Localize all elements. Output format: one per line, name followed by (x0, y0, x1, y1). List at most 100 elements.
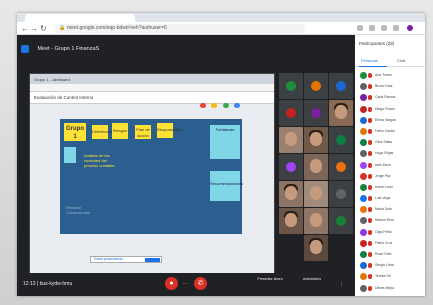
participants-header: Participantes (28) (359, 41, 395, 46)
video-person (310, 240, 322, 254)
tab-people[interactable]: Personas (361, 58, 378, 63)
avatar (336, 189, 346, 199)
cyan-note[interactable]: Fortalezas (210, 125, 240, 159)
cyan-note[interactable]: Recomendaciones (210, 171, 243, 201)
present-button[interactable]: Presentar ahora (257, 277, 283, 282)
more-options-icon[interactable]: ⋮ (339, 281, 344, 287)
sticky-note[interactable]: Plan de acción (135, 125, 151, 139)
avatar (360, 262, 367, 270)
participant-name: Fabio Castro (375, 128, 396, 133)
sticky-note[interactable]: Riesgos (112, 123, 128, 139)
participant-tile[interactable] (329, 154, 353, 180)
participant-row[interactable]: Hugo Rojas (355, 149, 425, 160)
video-person (285, 213, 297, 227)
participant-tile[interactable] (279, 100, 303, 126)
participant-name: Olga Peña (375, 229, 392, 234)
participant-name: Diego Flores (375, 106, 395, 111)
browser-tab[interactable] (25, 14, 135, 22)
avatar (360, 127, 367, 135)
color-icon[interactable] (222, 103, 229, 108)
tab-chat[interactable]: Chat (397, 58, 405, 63)
participant-tile[interactable] (304, 100, 328, 126)
sticky-note[interactable]: Responsables (157, 123, 182, 138)
participant-tile[interactable] (304, 73, 328, 99)
participant-row[interactable]: Luis Vega (355, 194, 425, 205)
participant-tile[interactable] (329, 208, 353, 234)
stop-sharing-button[interactable] (145, 258, 160, 262)
mic-off-icon (368, 73, 372, 78)
participant-row[interactable]: Inés Mora (355, 161, 425, 172)
participant-tile[interactable] (329, 127, 353, 153)
color-icon[interactable] (200, 103, 206, 108)
sticky-note-group[interactable]: Grupo 1 (64, 123, 86, 141)
participant-row[interactable]: Ana Torres (355, 71, 425, 82)
participant-row[interactable]: Nelson Ríos (355, 216, 425, 227)
color-icon[interactable] (234, 103, 241, 108)
participant-video[interactable] (304, 154, 328, 180)
avatar (360, 105, 367, 113)
video-person (285, 132, 297, 146)
reload-icon[interactable]: ↻ (40, 24, 47, 33)
participant-row[interactable]: María Soto (355, 205, 425, 216)
extension-icon[interactable] (369, 25, 375, 31)
url-field[interactable]: 🔒 meet.google.com/eqp-bdwd-heh?authuser=… (55, 24, 305, 33)
participant-row[interactable]: Diego Flores (355, 105, 425, 116)
url-text: meet.google.com/eqp-bdwd-heh?authuser=0 (67, 25, 167, 31)
mic-off-icon (368, 240, 372, 246)
participant-tile[interactable] (279, 73, 303, 99)
participant-name: Carla Ramos (375, 95, 396, 100)
participant-row[interactable]: Olga Peña (355, 228, 425, 239)
forward-icon[interactable]: → (30, 24, 38, 33)
participant-video[interactable] (279, 181, 303, 207)
mic-off-icon (368, 151, 372, 157)
participant-row[interactable]: Rosa Ortiz (355, 250, 425, 261)
participant-tile[interactable] (279, 154, 303, 180)
jamboard-canvas[interactable]: Grupo 1 Deficiencias Riesgos Plan de acc… (60, 119, 243, 234)
avatar (360, 161, 367, 169)
participant-row[interactable]: Pablo Cruz (355, 239, 425, 250)
participant-row[interactable]: Teresa Gil (355, 272, 425, 283)
participant-row[interactable]: Karen León (355, 183, 425, 194)
participant-video[interactable] (304, 127, 328, 153)
extension-icon[interactable] (381, 25, 387, 31)
participant-row[interactable]: Gina Salas (355, 138, 425, 149)
color-icon[interactable] (211, 103, 218, 108)
participant-video[interactable] (279, 208, 303, 234)
participant-video[interactable] (304, 235, 328, 261)
avatar (360, 139, 367, 147)
small-note[interactable] (64, 147, 76, 163)
call-end-icon[interactable]: ✆ (194, 277, 207, 290)
participant-row[interactable]: Sergio Lima (355, 261, 425, 272)
participant-video[interactable] (304, 208, 328, 234)
meet-logo-icon (21, 44, 29, 53)
activities-button[interactable]: Actividades (299, 277, 325, 282)
mic-off-icon (368, 229, 372, 235)
more-icon[interactable]: ⋯ (183, 281, 188, 287)
participant-tile[interactable] (329, 181, 353, 207)
participant-tile[interactable] (329, 73, 353, 99)
doc-toolbar-icons (200, 95, 241, 113)
extension-icon[interactable] (393, 25, 399, 31)
profile-avatar[interactable] (407, 25, 413, 31)
participant-name: Luis Vega (375, 196, 391, 201)
participant-video[interactable] (329, 100, 353, 126)
back-icon[interactable]: ← (21, 24, 29, 33)
sticky-note[interactable]: Deficiencias (92, 125, 114, 139)
extension-icon[interactable] (357, 25, 363, 31)
participant-row[interactable]: Jorge Paz (355, 172, 425, 183)
mic-off-icon (368, 106, 372, 112)
avatar (360, 251, 367, 258)
shared-doc-header: Evaluación de Control Interno (30, 92, 274, 108)
participant-name: Bruno Díaz (375, 84, 393, 89)
participant-row[interactable]: Ulises Mejía (355, 284, 425, 295)
participant-name: Elena Vargas (375, 117, 396, 122)
participant-video[interactable] (304, 181, 328, 207)
participant-video[interactable] (279, 127, 303, 153)
mic-off-icon (368, 263, 372, 269)
mic-off-icon[interactable]: ● (165, 277, 178, 290)
participant-row[interactable]: Bruno Díaz (355, 82, 425, 93)
participant-row[interactable]: Carla Ramos (355, 93, 425, 104)
mic-off-icon (368, 196, 372, 202)
participant-row[interactable]: Elena Vargas (355, 116, 425, 127)
participant-row[interactable]: Fabio Castro (355, 127, 425, 138)
